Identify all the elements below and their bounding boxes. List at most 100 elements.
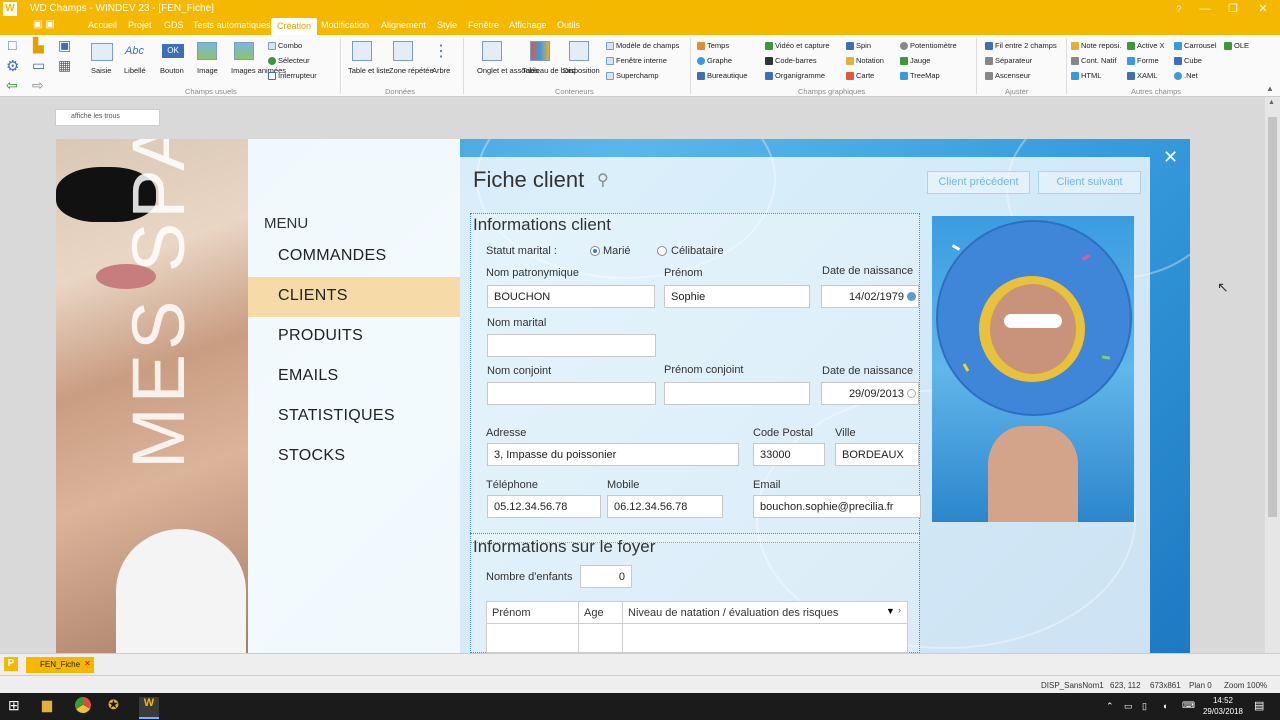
keyboard-icon[interactable]: ⌨ xyxy=(1182,700,1195,711)
clock-date[interactable]: 29/03/2018 xyxy=(1200,707,1246,716)
enfants-input[interactable]: 0 xyxy=(580,565,632,588)
selecteur-button[interactable]: Sélecteur xyxy=(268,56,310,66)
bouton-button[interactable]: Bouton xyxy=(160,66,184,75)
run-icon[interactable]: ▦ xyxy=(58,57,71,74)
menu-creation[interactable]: Création xyxy=(271,18,318,35)
scroll-up-icon[interactable]: ▲ xyxy=(1268,99,1275,106)
close-icon[interactable]: ✕ xyxy=(1163,147,1178,168)
new-icon[interactable]: □ xyxy=(8,37,16,53)
libelle-icon[interactable]: Abc xyxy=(125,45,144,57)
forme-button[interactable]: Forme xyxy=(1127,56,1159,66)
menu-projet[interactable]: Projet xyxy=(128,20,152,30)
bouton-icon[interactable]: OK xyxy=(162,44,184,58)
images-animees-icon[interactable] xyxy=(234,42,254,60)
carrousel-button[interactable]: Carrousel xyxy=(1174,41,1217,51)
bureautique-button[interactable]: Bureautique xyxy=(697,71,747,81)
temps-button[interactable]: Temps xyxy=(697,41,729,51)
menu-clients[interactable]: CLIENTS xyxy=(248,277,460,317)
html-button[interactable]: HTML xyxy=(1071,71,1101,81)
fil-button[interactable]: Fil entre 2 champs xyxy=(985,41,1057,51)
dotnet-button[interactable]: .Net xyxy=(1174,71,1198,81)
libelle-button[interactable]: Libellé xyxy=(124,66,146,75)
combo-button[interactable]: Combo xyxy=(268,41,302,51)
nom-input[interactable]: BOUCHON xyxy=(487,285,655,308)
menu-tests[interactable]: Tests automatiques xyxy=(193,20,271,30)
vertical-scrollbar[interactable]: ▲ xyxy=(1265,97,1280,653)
menu-affichage[interactable]: Affichage xyxy=(509,20,546,30)
menu-outils[interactable]: Outils xyxy=(557,20,580,30)
menu-stocks[interactable]: STOCKS xyxy=(248,437,460,477)
save-icon[interactable]: ▣ xyxy=(58,37,71,54)
activex-button[interactable]: Active X xyxy=(1127,41,1165,51)
note-button[interactable]: Note reposi. xyxy=(1071,41,1121,51)
code-barres-button[interactable]: Code-barres xyxy=(765,56,817,66)
next-client-button[interactable]: Client suivant xyxy=(1038,171,1141,194)
video-button[interactable]: Vidéo et capture xyxy=(765,41,830,51)
collapse-ribbon-icon[interactable]: ▲ xyxy=(1266,84,1274,93)
adresse-input[interactable]: 3, Impasse du poissonier xyxy=(487,443,739,466)
close-tab-icon[interactable]: ✕ xyxy=(84,659,91,668)
battery-icon[interactable]: ▯ xyxy=(1142,701,1147,712)
radio-celibataire[interactable] xyxy=(657,246,667,256)
notation-button[interactable]: Notation xyxy=(846,56,884,66)
superchamp-button[interactable]: Superchamp xyxy=(606,71,659,81)
notifications-icon[interactable]: ▤ xyxy=(1254,699,1264,712)
graphe-button[interactable]: Graphe xyxy=(697,56,732,66)
ole-button[interactable]: OLE xyxy=(1224,41,1249,51)
disposition-icon[interactable] xyxy=(569,41,589,61)
col-age[interactable]: Age xyxy=(584,607,604,619)
menu-modification[interactable]: Modification xyxy=(321,20,369,30)
gear-icon[interactable]: ⚙ xyxy=(6,57,19,75)
windev-taskbar-icon[interactable]: ✪ xyxy=(108,697,126,715)
undo-icon[interactable]: ⇦ xyxy=(6,77,18,94)
image-button[interactable]: Image xyxy=(197,66,218,75)
fenetre-interne-button[interactable]: Fenêtre interne xyxy=(606,56,667,66)
calendar-icon[interactable] xyxy=(907,389,916,398)
menu-alignement[interactable]: Alignement xyxy=(381,20,426,30)
clock-time[interactable]: 14:52 xyxy=(1207,696,1239,705)
windows-start-icon[interactable]: ⊞ xyxy=(8,697,26,715)
minimize-button[interactable]: — xyxy=(1192,0,1218,18)
calendar-icon[interactable] xyxy=(907,292,916,301)
tel-input[interactable]: 05.12.34.56.78 xyxy=(487,495,601,518)
prenom-input[interactable]: Sophie xyxy=(664,285,810,308)
carte-button[interactable]: Carte xyxy=(846,71,874,81)
ville-input[interactable]: BORDEAUX xyxy=(835,443,919,466)
jauge-button[interactable]: Jauge xyxy=(900,56,930,66)
xaml-button[interactable]: XAML xyxy=(1127,71,1157,81)
cont-natif-button[interactable]: Cont. Natif xyxy=(1071,56,1116,66)
treemap-button[interactable]: TreeMap xyxy=(900,71,940,81)
menu-produits[interactable]: PRODUITS xyxy=(248,317,460,357)
mobile-input[interactable]: 06.12.34.56.78 xyxy=(607,495,723,518)
menu-emails[interactable]: EMAILS xyxy=(248,357,460,397)
saisie-icon[interactable] xyxy=(91,43,113,61)
project-icon[interactable]: P xyxy=(4,657,18,671)
volume-icon[interactable]: ◖ xyxy=(1162,701,1167,711)
menu-commandes[interactable]: COMMANDES xyxy=(248,237,460,277)
scroll-thumb[interactable] xyxy=(1268,117,1277,517)
ascenseur-button[interactable]: Ascenseur xyxy=(985,71,1030,81)
close-button[interactable]: ✕ xyxy=(1250,0,1276,18)
nom-conjoint-input[interactable] xyxy=(487,382,656,405)
email-input[interactable]: bouchon.sophie@precilia.fr xyxy=(753,495,921,518)
windev-active-icon[interactable]: W xyxy=(139,697,159,719)
filter-icon[interactable]: ▼ xyxy=(886,606,895,616)
explorer-icon[interactable]: ▆ xyxy=(42,697,60,715)
naissance-conjoint-input[interactable]: 29/09/2013 xyxy=(821,382,919,405)
menu-gds[interactable]: GDS xyxy=(164,20,184,30)
disposition-button[interactable]: Disposition xyxy=(563,66,600,75)
menu-accueil[interactable]: Accueil xyxy=(88,20,117,30)
organigramme-button[interactable]: Organigramme xyxy=(765,71,825,81)
help-icon[interactable]: ? xyxy=(1166,0,1192,18)
previous-client-button[interactable]: Client précédent xyxy=(927,171,1030,194)
interrupteur-button[interactable]: Interrupteur xyxy=(268,71,317,81)
window-icon[interactable]: ▭ xyxy=(32,57,45,74)
network-icon[interactable]: ▭ xyxy=(1124,701,1133,712)
table-button[interactable]: Table et liste xyxy=(348,66,390,75)
tray-chevron-icon[interactable]: ⌃ xyxy=(1106,701,1114,712)
saisie-button[interactable]: Saisie xyxy=(91,66,111,75)
naissance-input[interactable]: 14/02/1979 xyxy=(821,285,919,308)
chrome-icon[interactable] xyxy=(75,697,91,713)
zone-repetee-icon[interactable] xyxy=(393,41,413,61)
nom-marital-input[interactable] xyxy=(487,334,656,357)
